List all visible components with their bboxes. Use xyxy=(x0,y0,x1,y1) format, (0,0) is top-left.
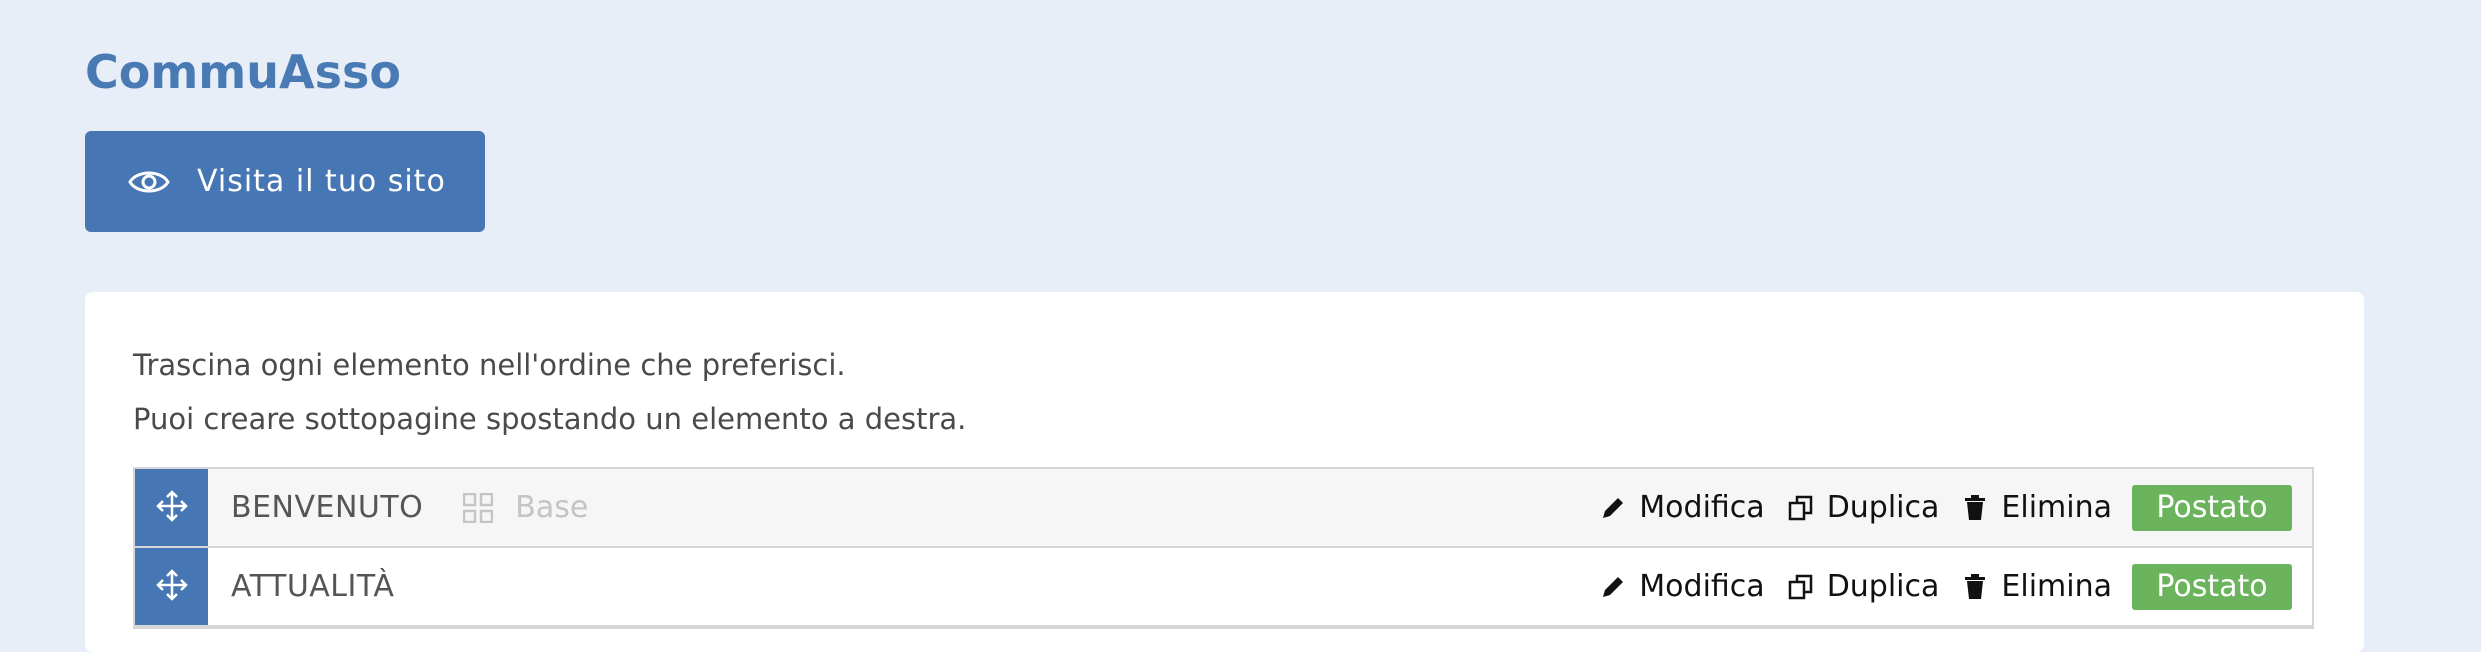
trash-icon xyxy=(1961,573,1989,601)
edit-label: Modifica xyxy=(1639,569,1765,604)
page-title: BENVENUTO xyxy=(231,490,424,525)
pages-list: BENVENUTO Base Modifica Duplica Elimina … xyxy=(133,467,2314,629)
duplicate-label: Duplica xyxy=(1826,569,1940,604)
pencil-icon xyxy=(1599,494,1627,522)
trash-icon xyxy=(1961,494,1989,522)
duplicate-button[interactable]: Duplica xyxy=(1787,490,1940,525)
delete-label: Elimina xyxy=(2001,490,2112,525)
drag-handle[interactable] xyxy=(135,548,208,625)
pencil-icon xyxy=(1599,573,1627,601)
drag-handle[interactable] xyxy=(135,469,208,546)
page-row: ATTUALITÀ Modifica Duplica Elimina Posta… xyxy=(135,548,2312,627)
intro-text-drag: Trascina ogni elemento nell'ordine che p… xyxy=(133,348,846,382)
delete-button[interactable]: Elimina xyxy=(1961,569,2112,604)
delete-label: Elimina xyxy=(2001,569,2112,604)
move-arrows-icon xyxy=(155,489,189,527)
eye-icon xyxy=(127,160,171,204)
row-actions: Modifica Duplica Elimina Postato xyxy=(1577,469,2292,546)
copy-icon xyxy=(1787,494,1815,522)
page-title: ATTUALITÀ xyxy=(231,569,395,604)
intro-text-subpages: Puoi creare sottopagine spostando un ele… xyxy=(133,402,967,436)
duplicate-label: Duplica xyxy=(1826,490,1940,525)
row-actions: Modifica Duplica Elimina Postato xyxy=(1577,548,2292,625)
site-title: CommuAsso xyxy=(85,45,401,99)
duplicate-button[interactable]: Duplica xyxy=(1787,569,1940,604)
delete-button[interactable]: Elimina xyxy=(1961,490,2112,525)
page-template: Base xyxy=(463,490,588,525)
edit-button[interactable]: Modifica xyxy=(1599,490,1765,525)
grid-icon xyxy=(463,492,494,523)
visit-site-label: Visita il tuo sito xyxy=(197,164,446,199)
move-arrows-icon xyxy=(155,568,189,606)
visit-site-button[interactable]: Visita il tuo sito xyxy=(85,131,485,232)
status-badge[interactable]: Postato xyxy=(2132,484,2292,531)
status-badge[interactable]: Postato xyxy=(2132,563,2292,610)
edit-label: Modifica xyxy=(1639,490,1765,525)
template-label: Base xyxy=(515,490,589,525)
page-row: BENVENUTO Base Modifica Duplica Elimina … xyxy=(135,469,2312,548)
copy-icon xyxy=(1787,573,1815,601)
pages-card: Trascina ogni elemento nell'ordine che p… xyxy=(85,292,2364,652)
edit-button[interactable]: Modifica xyxy=(1599,569,1765,604)
